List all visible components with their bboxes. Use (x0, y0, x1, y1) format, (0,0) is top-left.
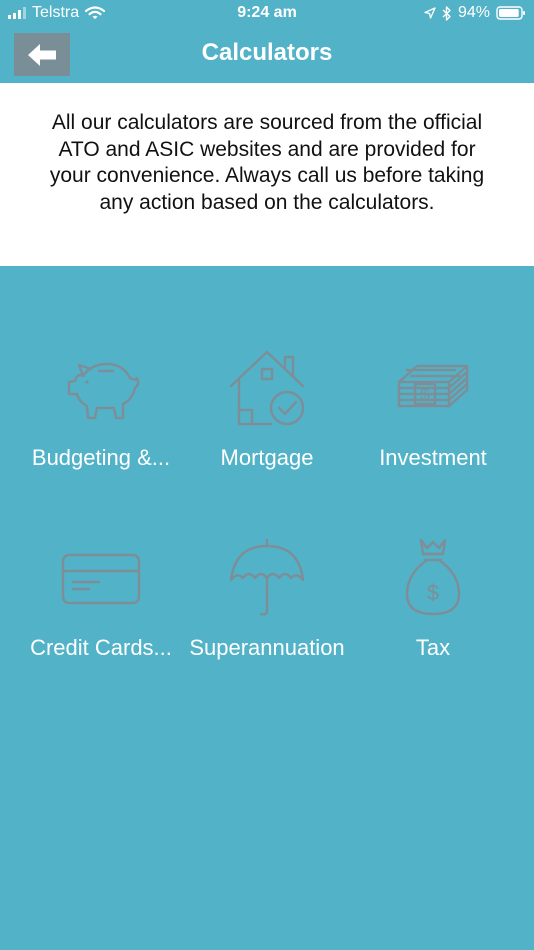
credit-card-icon (61, 553, 141, 605)
house-check-icon (229, 350, 305, 426)
status-bar: Telstra 9:24 am 94% (0, 0, 534, 28)
calculator-label: Credit Cards... (30, 635, 172, 660)
umbrella-icon (229, 538, 305, 616)
calculator-label: Budgeting &... (31, 445, 171, 470)
piggy-bank-icon (67, 362, 140, 420)
disclaimer-text: All our calculators are sourced from the… (49, 111, 485, 214)
calculator-label: Tax (415, 635, 451, 660)
calculator-tile-tax[interactable]: $ Tax (348, 538, 518, 688)
navigation-bar: Calculators (0, 28, 534, 83)
money-stack-icon: $ (397, 364, 469, 408)
page-title: Calculators (201, 39, 333, 66)
calculator-tile-investment[interactable]: $ Investment (348, 348, 518, 498)
location-arrow-icon (424, 7, 436, 19)
svg-text:$: $ (420, 385, 430, 404)
calculator-label: Mortgage (220, 445, 314, 470)
disclaimer-panel: All our calculators are sourced from the… (0, 83, 534, 266)
calculator-tile-mortgage[interactable]: Mortgage (182, 348, 352, 498)
calculator-tile-budgeting[interactable]: Budgeting &... (16, 348, 186, 498)
calculator-label: Superannuation (189, 635, 345, 660)
calculator-tile-credit-cards[interactable]: Credit Cards... (16, 538, 186, 688)
bluetooth-icon (442, 5, 451, 21)
calculator-tile-superannuation[interactable]: Superannuation (182, 538, 352, 688)
battery-percent: 94% (457, 4, 490, 21)
battery-icon (496, 6, 525, 20)
status-right: 94% (424, 4, 526, 22)
calculator-label: Investment (379, 445, 487, 470)
money-bag-icon: $ (405, 538, 461, 616)
svg-text:$: $ (427, 580, 439, 605)
